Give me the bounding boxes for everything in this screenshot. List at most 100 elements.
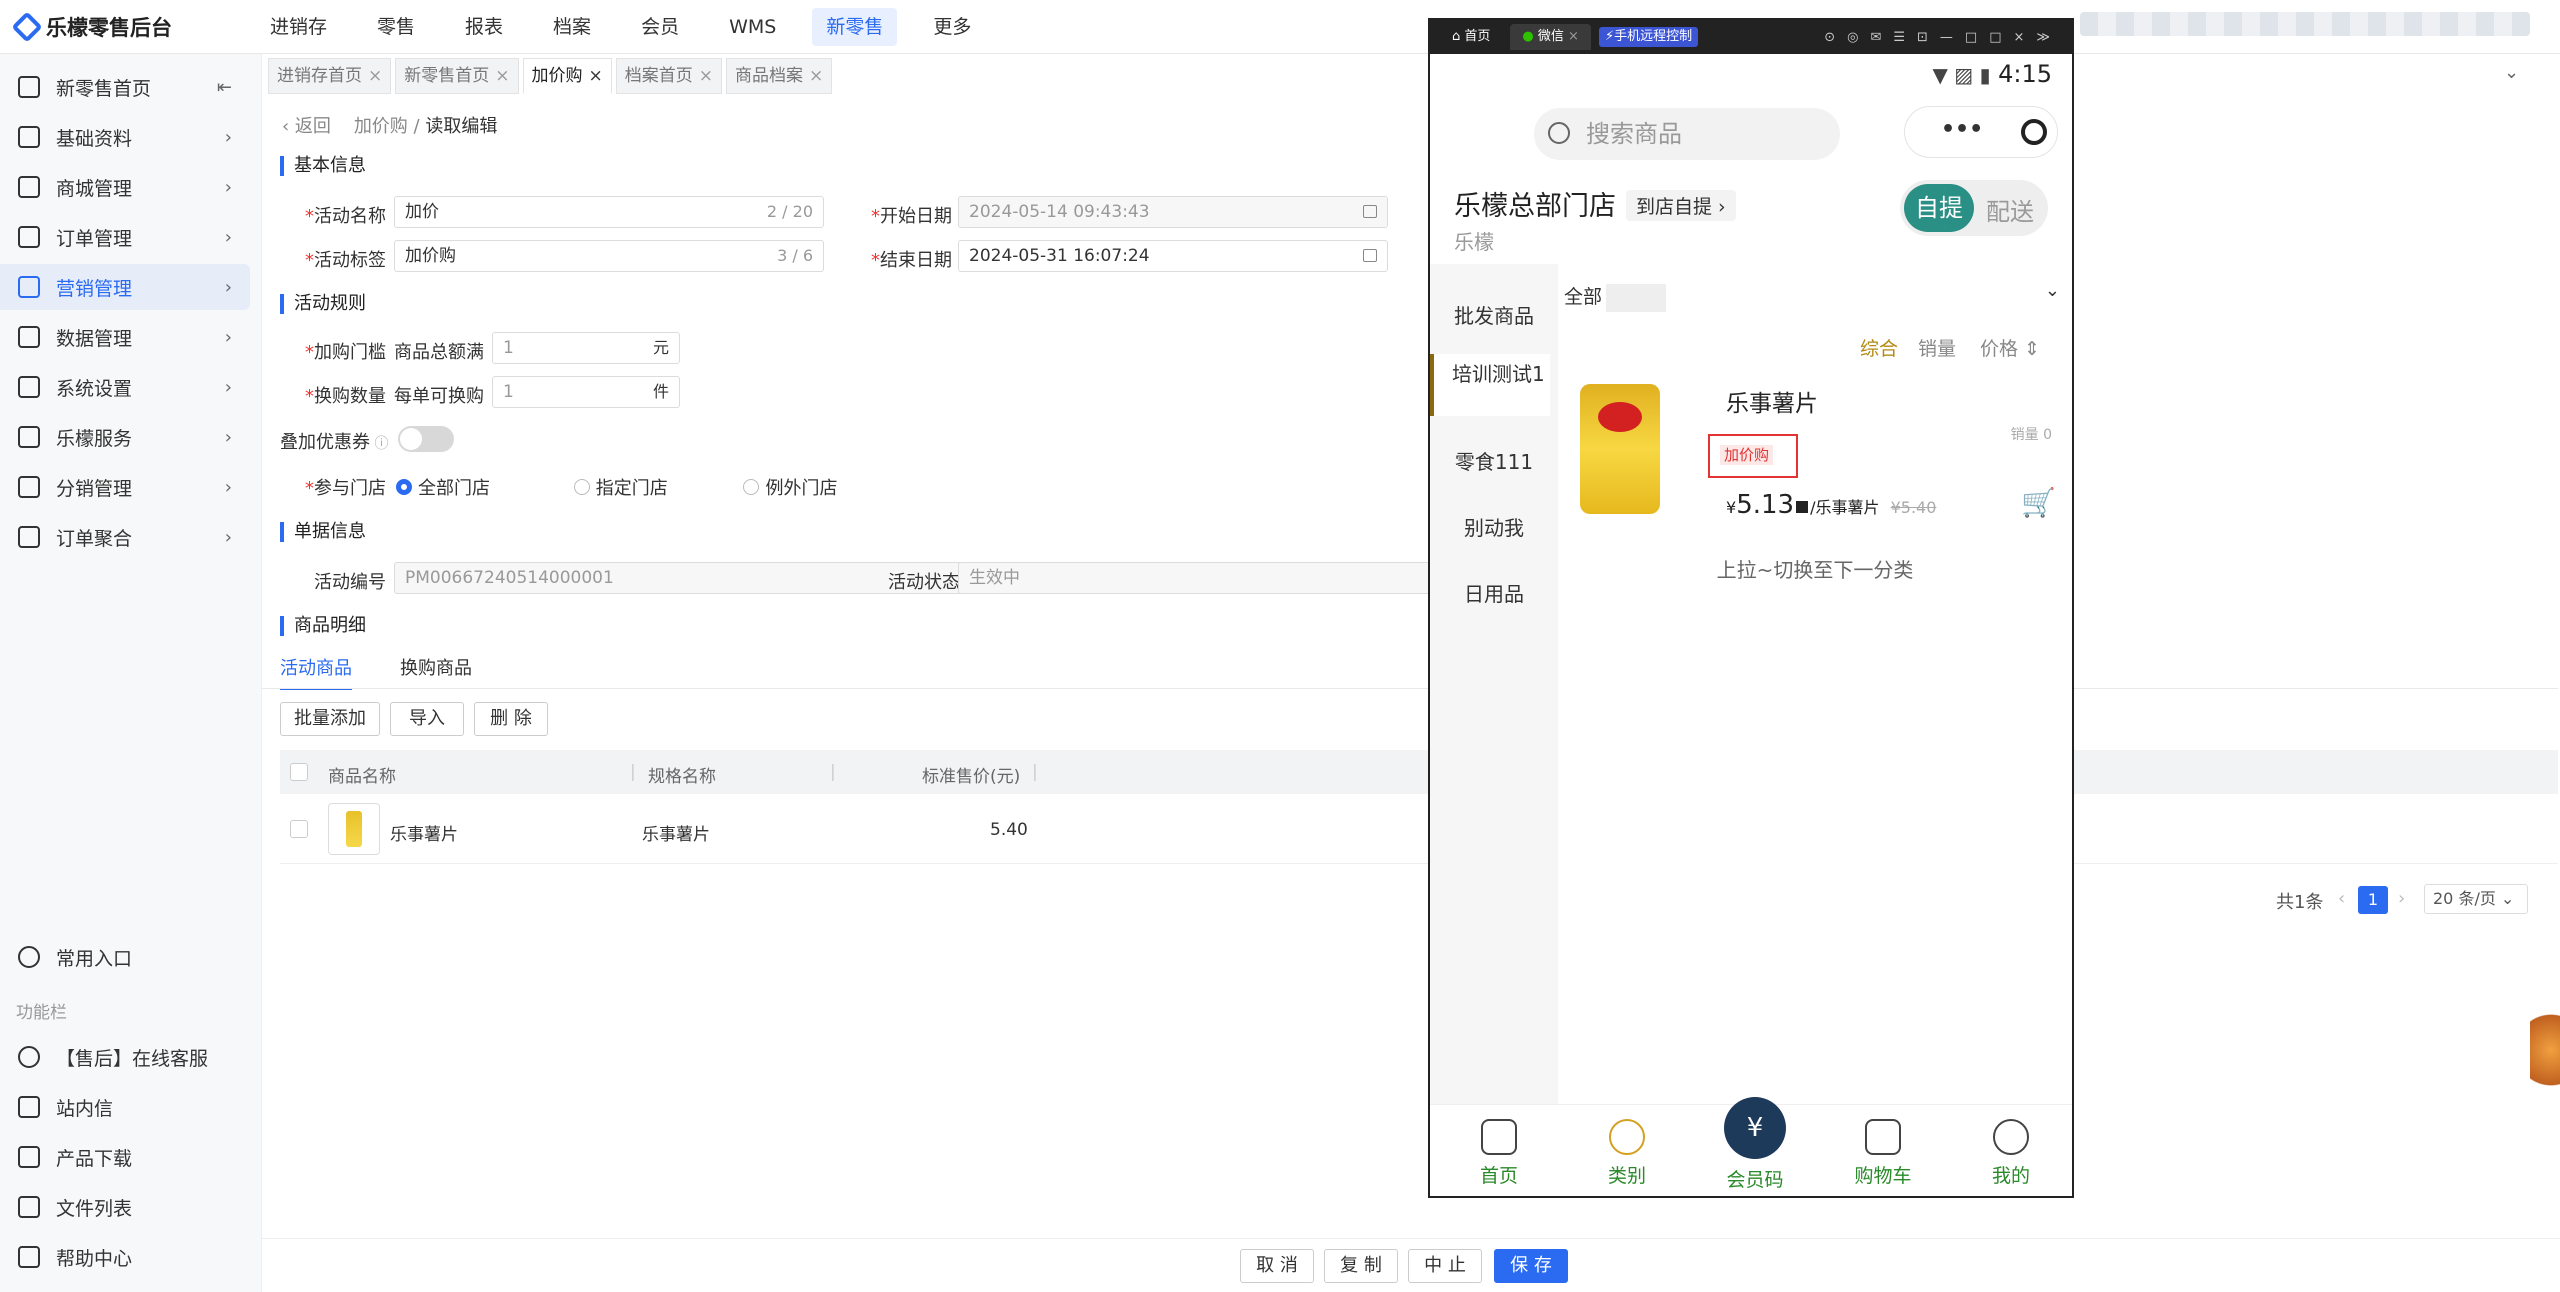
pager-current[interactable]: 1 <box>2358 886 2388 914</box>
close-miniprogram-icon[interactable] <box>2021 119 2047 145</box>
stop-button[interactable]: 中 止 <box>1408 1249 1482 1283</box>
back-link[interactable]: ‹ 返回 <box>282 116 331 137</box>
close-icon[interactable]: × <box>589 59 603 93</box>
tag-input[interactable]: 加价购 3 / 6 <box>394 240 824 272</box>
mode-pickup[interactable]: 自提 <box>1904 184 1974 232</box>
product-name[interactable]: 乐事薯片 <box>1726 384 1818 418</box>
pickup-link[interactable]: 到店自提 › <box>1626 190 1736 221</box>
topnav-item[interactable]: 进销存 <box>256 8 341 46</box>
sort-sales[interactable]: 销量 <box>1918 334 1956 361</box>
more-icon[interactable]: ••• <box>1941 117 1983 142</box>
topnav-item[interactable]: 档案 <box>539 8 605 46</box>
phone-search-input[interactable]: 搜索商品 <box>1534 108 1840 160</box>
emulator-remote-control[interactable]: ⚡手机远程控制 <box>1598 27 1699 47</box>
coupon-toggle[interactable] <box>398 426 454 452</box>
filter-chevron-icon[interactable]: ⌄ <box>2045 280 2060 301</box>
sort-general[interactable]: 综合 <box>1860 334 1898 361</box>
close-icon[interactable]: × <box>809 59 823 93</box>
sidebar-item-settings[interactable]: 系统设置 › <box>0 364 250 410</box>
app-logo[interactable]: 乐檬零售后台 <box>11 11 172 43</box>
close-icon[interactable]: × <box>699 59 713 93</box>
product-image[interactable] <box>1580 384 1660 514</box>
sidebar-bottom-files[interactable]: 文件列表 <box>0 1184 250 1230</box>
nav-home[interactable]: 首页 <box>1444 1119 1554 1188</box>
topnav-item[interactable]: 报表 <box>451 8 517 46</box>
nav-cart[interactable]: 购物车 <box>1828 1119 1938 1188</box>
tab-item[interactable]: 新零售首页 × <box>395 58 519 94</box>
sidebar-item-home[interactable]: 新零售首页 ⇤ <box>0 64 250 110</box>
tab-item[interactable]: 档案首页 × <box>615 58 722 94</box>
select-all-checkbox[interactable] <box>290 763 308 781</box>
radio-excluded-stores[interactable]: 例外门店 <box>743 474 837 500</box>
radio-all-stores[interactable]: 全部门店 <box>396 474 490 500</box>
cell-price: 5.40 <box>990 820 1028 840</box>
topnav-item[interactable]: 会员 <box>627 8 693 46</box>
mascot-icon[interactable] <box>2530 1014 2560 1104</box>
topnav-item-active[interactable]: 新零售 <box>812 8 898 46</box>
subtab-activity-goods[interactable]: 活动商品 <box>280 654 352 690</box>
pager-size-select[interactable]: 20 条/页 ⌄ <box>2424 884 2528 914</box>
save-button[interactable]: 保 存 <box>1494 1249 1568 1283</box>
sidebar-bottom-support[interactable]: 【售后】在线客服 <box>0 1034 250 1080</box>
start-date-input[interactable]: 2024-05-14 09:43:43 <box>958 196 1388 228</box>
cancel-button[interactable]: 取 消 <box>1240 1249 1314 1283</box>
category-item[interactable]: 批发商品 <box>1430 300 1558 329</box>
tab-item-active[interactable]: 加价购 × <box>522 58 612 94</box>
window-controls[interactable]: ⊙◎✉☰⊡—□□×≫ <box>1824 30 2062 45</box>
breadcrumb-parent[interactable]: 加价购 <box>354 116 408 137</box>
batch-add-button[interactable]: 批量添加 <box>280 702 380 736</box>
tab-item[interactable]: 商品档案 × <box>726 58 833 94</box>
sidebar-bottom-inbox[interactable]: 站内信 <box>0 1084 250 1130</box>
sidebar-item-basic[interactable]: 基础资料 › <box>0 114 250 160</box>
emulator-tab-home[interactable]: ⌂ 首页 <box>1440 24 1502 50</box>
sidebar-bottom-download[interactable]: 产品下载 <box>0 1134 250 1180</box>
pager-prev-icon[interactable]: ‹ <box>2338 888 2345 909</box>
nav-category[interactable]: 类别 <box>1572 1119 1682 1188</box>
sidebar-item-order[interactable]: 订单管理 › <box>0 214 250 260</box>
sidebar-item-data[interactable]: 数据管理 › <box>0 314 250 360</box>
table-row[interactable]: 乐事薯片 乐事薯片 5.40 <box>280 794 2558 864</box>
miniprogram-capsule[interactable]: ••• <box>1904 106 2058 158</box>
category-item-active[interactable]: 培训测试1 <box>1430 354 1550 416</box>
profile-icon <box>1993 1119 2029 1155</box>
sidebar-item-shop[interactable]: 商城管理 › <box>0 164 250 210</box>
copy-button[interactable]: 复 制 <box>1324 1249 1398 1283</box>
store-name[interactable]: 乐檬总部门店 <box>1454 184 1616 223</box>
import-button[interactable]: 导入 <box>390 702 464 736</box>
nav-member-code[interactable]: ¥ 会员码 <box>1700 1097 1810 1192</box>
sort-price[interactable]: 价格 ⇕ <box>1980 334 2040 361</box>
topnav-more[interactable]: 更多 <box>919 8 985 46</box>
chevron-down-icon[interactable]: ⌄ <box>2504 62 2519 83</box>
topnav-item[interactable]: WMS <box>715 8 790 46</box>
row-checkbox[interactable] <box>290 820 308 838</box>
filter-all[interactable]: 全部 <box>1564 282 1667 312</box>
sidebar-item-marketing[interactable]: 营销管理 › <box>0 264 250 310</box>
name-input[interactable]: 加价 2 / 20 <box>394 196 824 228</box>
mode-delivery[interactable]: 配送 <box>1986 192 2034 227</box>
qty-input[interactable]: 1件 <box>492 376 680 408</box>
collapse-icon[interactable]: ⇤ <box>217 77 232 98</box>
sidebar-item-service[interactable]: 乐檬服务 › <box>0 414 250 460</box>
tab-item[interactable]: 进销存首页 × <box>268 58 392 94</box>
sidebar-common-entry[interactable]: 常用入口 <box>0 934 250 980</box>
add-to-cart-icon[interactable]: 🛒 <box>2021 486 2056 519</box>
section-detail: 商品明细 <box>280 616 366 636</box>
pager-next-icon[interactable]: › <box>2398 888 2405 909</box>
radio-specified-stores[interactable]: 指定门店 <box>573 474 668 500</box>
topnav-item[interactable]: 零售 <box>363 8 429 46</box>
sidebar-bottom-help[interactable]: 帮助中心 <box>0 1234 250 1280</box>
category-item[interactable]: 零食111 <box>1430 446 1558 475</box>
sidebar-item-aggregate[interactable]: 订单聚合 › <box>0 514 250 560</box>
subtab-exchange-goods[interactable]: 换购商品 <box>400 654 472 690</box>
sidebar-item-distribution[interactable]: 分销管理 › <box>0 464 250 510</box>
threshold-input[interactable]: 1元 <box>492 332 680 364</box>
close-icon[interactable]: × <box>368 59 382 93</box>
category-item[interactable]: 别动我 <box>1430 512 1558 541</box>
delete-button[interactable]: 删 除 <box>474 702 548 736</box>
end-date-input[interactable]: 2024-05-31 16:07:24 <box>958 240 1388 272</box>
close-icon[interactable]: × <box>495 59 509 93</box>
emulator-tab-wechat[interactable]: ● 微信 × <box>1510 24 1591 50</box>
nav-profile[interactable]: 我的 <box>1956 1119 2066 1188</box>
delivery-mode-switch[interactable]: 自提 配送 <box>1900 180 2048 236</box>
category-item[interactable]: 日用品 <box>1430 578 1558 607</box>
